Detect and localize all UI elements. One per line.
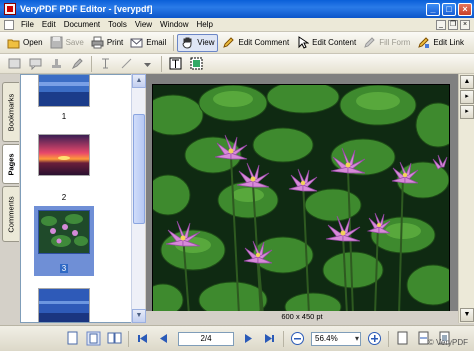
scroll-down-arrow-icon[interactable]: ▼ [132, 309, 146, 323]
fit-page-icon[interactable] [395, 331, 410, 346]
text-select-icon[interactable] [99, 57, 112, 70]
floppy-icon [50, 36, 63, 49]
last-page-icon[interactable] [262, 331, 277, 346]
secondary-toolbar [0, 54, 474, 74]
menu-tools[interactable]: Tools [104, 20, 131, 29]
main-toolbar: Open Save Print Email View Edit Comment [0, 32, 474, 54]
thumbnail-label-2: 2 [61, 193, 67, 202]
menu-view[interactable]: View [131, 20, 156, 29]
menu-document[interactable]: Document [60, 20, 104, 29]
scroll-down-arrow-icon[interactable]: ▼ [460, 308, 474, 322]
form-pen-icon [363, 36, 376, 49]
thumbnail-page-3[interactable] [38, 210, 90, 254]
menu-help[interactable]: Help [193, 20, 217, 29]
zoom-out-icon[interactable] [290, 331, 305, 346]
zoom-in-icon[interactable] [367, 331, 382, 346]
zoom-select[interactable]: 56.4% [311, 331, 361, 346]
doc-minimize-button[interactable]: _ [436, 19, 446, 30]
menu-edit[interactable]: Edit [38, 20, 60, 29]
hand-icon [181, 36, 194, 49]
minimize-button[interactable]: _ [426, 2, 440, 16]
edit-link-button[interactable]: Edit Link [414, 34, 467, 52]
thumbnail-label-1: 1 [61, 112, 67, 121]
view-label: View [197, 38, 215, 47]
edit-comment-button[interactable]: Edit Comment [219, 34, 292, 52]
print-label: Print [106, 38, 124, 47]
menu-bar: File Edit Document Tools View Window Hel… [0, 18, 474, 32]
email-label: Email [146, 38, 167, 47]
previous-page-icon[interactable] [156, 331, 171, 346]
right-toolbar: ▲ ▸ ▸ ▼ [458, 74, 474, 323]
pen-icon[interactable] [71, 57, 84, 70]
document-icon[interactable] [4, 19, 14, 30]
edit-link-label: Edit Link [433, 38, 464, 47]
document-view[interactable] [142, 74, 461, 323]
menu-file[interactable]: File [17, 20, 38, 29]
panel-toggle-icon[interactable]: ▸ [460, 90, 474, 104]
thumbnail-page-4[interactable] [38, 288, 90, 322]
tab-bookmarks-label: Bookmarks [6, 93, 16, 131]
window-title: VeryPDF PDF Editor - [verypdf] [20, 4, 153, 14]
menu-window[interactable]: Window [156, 20, 192, 29]
close-button[interactable]: × [458, 2, 472, 16]
maximize-button[interactable]: □ [442, 2, 456, 16]
title-bar: VeryPDF PDF Editor - [verypdf] _ □ × [0, 0, 474, 18]
email-button[interactable]: Email [127, 34, 169, 52]
two-page-icon[interactable] [107, 331, 122, 346]
first-page-icon[interactable] [135, 331, 150, 346]
edit-content-button[interactable]: Edit Content [293, 34, 359, 52]
open-button[interactable]: Open [4, 34, 46, 52]
panel-toggle-icon[interactable]: ▸ [460, 105, 474, 119]
save-button[interactable]: Save [47, 34, 87, 52]
edit-content-label: Edit Content [312, 38, 357, 47]
watermark-text: © VeryPDF [427, 338, 468, 347]
thumbnail-label-3: 3 [59, 264, 69, 273]
tab-pages-label: Pages [6, 152, 16, 176]
tab-pages[interactable]: Pages [2, 144, 19, 184]
comment-icon[interactable] [29, 57, 42, 71]
doc-close-button[interactable]: × [460, 19, 470, 30]
line-icon[interactable] [120, 57, 133, 70]
stamp-icon[interactable] [50, 57, 63, 70]
save-label: Save [65, 38, 84, 47]
tab-comments-label: Comments [6, 195, 16, 233]
dropdown-arrow-icon[interactable] [141, 57, 154, 70]
page-size-status: 600 x 450 pt [146, 311, 458, 323]
envelope-icon [130, 36, 143, 49]
edit-comment-label: Edit Comment [238, 38, 290, 47]
page-size-label: 600 x 450 pt [281, 312, 323, 321]
doc-restore-button[interactable]: ❐ [448, 19, 458, 30]
text-box-icon[interactable] [169, 57, 182, 70]
print-button[interactable]: Print [88, 34, 126, 52]
side-tabs: Bookmarks Pages Comments [2, 78, 20, 318]
pencil-comment-icon [222, 36, 235, 49]
thumbnail-page-1[interactable] [38, 75, 90, 107]
thumbnail-panel: 1 2 3 [20, 74, 132, 323]
tab-bookmarks[interactable]: Bookmarks [2, 82, 19, 142]
link-pen-icon [417, 36, 430, 49]
thumbnail-page-2[interactable] [38, 134, 90, 176]
navigation-bar: 2/4 56.4% [0, 325, 474, 351]
thumbnail-scrollbar[interactable]: ▲ ▼ [131, 74, 146, 323]
folder-icon [7, 36, 20, 49]
view-button[interactable]: View [177, 33, 219, 52]
tab-comments[interactable]: Comments [2, 186, 19, 242]
printer-icon [91, 36, 104, 49]
cursor-icon [296, 36, 310, 49]
page-image-water-lilies [142, 80, 461, 322]
page-number-input[interactable]: 2/4 [178, 331, 234, 346]
open-label: Open [23, 38, 43, 47]
app-icon[interactable] [4, 3, 16, 15]
scroll-up-arrow-icon[interactable]: ▲ [132, 74, 146, 88]
next-page-icon[interactable] [241, 331, 256, 346]
image-select-icon[interactable] [190, 57, 203, 70]
single-page-icon[interactable] [65, 331, 80, 346]
scroll-up-arrow-icon[interactable]: ▲ [460, 75, 474, 89]
scrollbar-thumb[interactable] [133, 114, 145, 224]
fill-form-button[interactable]: Fill Form [360, 34, 413, 52]
fill-form-label: Fill Form [379, 38, 411, 47]
note-icon[interactable] [8, 57, 21, 70]
continuous-page-icon[interactable] [86, 331, 101, 346]
